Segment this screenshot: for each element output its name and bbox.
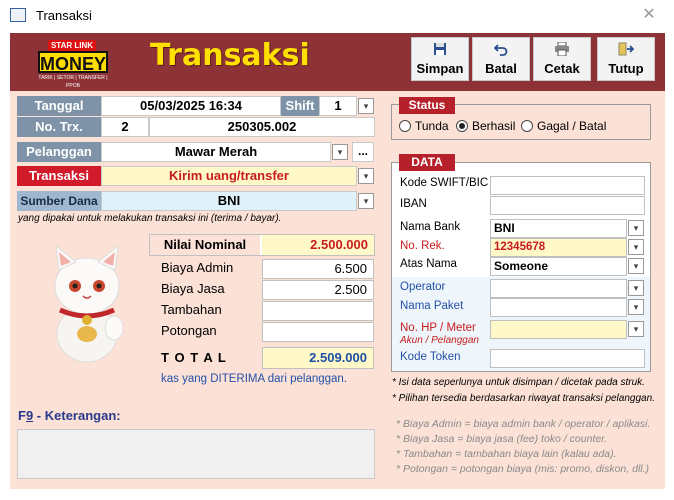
note-2: * Pilihan tersedia berdasarkan riwayat t… — [392, 393, 655, 404]
printer-icon — [534, 41, 590, 58]
note-biaya-jasa: * Biaya Jasa = biaya jasa (fee) toko / c… — [396, 433, 608, 445]
status-radio-tunda[interactable] — [399, 120, 411, 132]
exit-door-icon — [598, 42, 654, 58]
jasa-field[interactable]: 2.500 — [262, 280, 374, 300]
status-option-berhasil[interactable]: Berhasil — [472, 119, 515, 133]
potongan-field[interactable] — [262, 322, 374, 342]
cancel-button[interactable]: Batal — [472, 37, 530, 81]
note-tambahan: * Tambahan = tambahan biaya lain (kalau … — [396, 448, 617, 460]
operator-dropdown-icon[interactable]: ▾ — [628, 280, 644, 296]
bank-field[interactable]: BNI — [490, 219, 627, 238]
status-option-gagal[interactable]: Gagal / Batal — [537, 119, 606, 133]
hp-dropdown-icon[interactable]: ▾ — [628, 321, 644, 337]
sumber-dana-label: Sumber Dana — [17, 191, 101, 211]
undo-icon — [473, 42, 529, 58]
close-button[interactable]: Tutup — [597, 37, 655, 81]
pelanggan-browse-button[interactable]: ... — [352, 142, 374, 162]
total-field: 2.509.000 — [262, 347, 374, 369]
norek-label: No. Rek. — [400, 240, 445, 252]
nominal-field[interactable]: 2.500.000 — [262, 235, 374, 255]
iban-label: IBAN — [400, 198, 427, 210]
nominal-label: Nilai Nominal — [150, 235, 260, 255]
norek-dropdown-icon[interactable]: ▾ — [628, 239, 644, 255]
tambahan-field[interactable] — [262, 301, 374, 321]
data-title: DATA — [399, 154, 455, 171]
pelanggan-dropdown-icon[interactable]: ▾ — [332, 144, 348, 160]
paket-field[interactable] — [490, 298, 627, 317]
shift-field[interactable]: 1 — [319, 96, 357, 116]
admin-field[interactable]: 6.500 — [262, 259, 374, 279]
swift-field[interactable] — [490, 176, 645, 195]
pelanggan-field[interactable]: Mawar Merah — [101, 142, 331, 162]
bank-label: Nama Bank — [400, 221, 461, 233]
keterangan-label: F9 - Keterangan: — [18, 408, 121, 423]
sumber-dana-note: yang dipakai untuk melakukan transaksi i… — [18, 213, 282, 224]
norek-field[interactable]: 12345678 — [490, 238, 627, 257]
operator-field[interactable] — [490, 279, 627, 298]
pelanggan-label: Pelanggan — [17, 142, 101, 162]
status-radio-gagal[interactable] — [521, 120, 533, 132]
notrx-short-field: 2 — [101, 117, 149, 137]
floppy-icon — [412, 42, 468, 58]
shift-label: Shift — [281, 96, 319, 116]
total-label: T O T A L — [161, 350, 227, 365]
swift-label: Kode SWIFT/BIC — [400, 177, 489, 189]
tanggal-field[interactable]: 05/03/2025 16:34 — [101, 96, 281, 116]
tambahan-label: Tambahan — [161, 302, 222, 317]
atasnama-label: Atas Nama — [400, 258, 457, 270]
jasa-label: Biaya Jasa — [161, 281, 225, 296]
transaksi-field[interactable]: Kirim uang/transfer — [101, 166, 357, 186]
form-icon — [10, 8, 26, 22]
note-potongan: * Potongan = potongan biaya (mis: promo,… — [396, 463, 650, 475]
sumber-dana-dropdown-icon[interactable]: ▾ — [358, 193, 374, 209]
potongan-label: Potongan — [161, 323, 217, 338]
page-title: Transaksi — [150, 38, 310, 73]
tanggal-label: Tanggal — [17, 96, 101, 116]
note-biaya-admin: * Biaya Admin = biaya admin bank / opera… — [396, 418, 651, 430]
lucky-cat-image — [42, 242, 132, 364]
transaksi-label: Transaksi — [17, 166, 101, 186]
sumber-dana-field[interactable]: BNI — [101, 191, 357, 211]
bank-dropdown-icon[interactable]: ▾ — [628, 220, 644, 236]
status-radio-berhasil[interactable] — [456, 120, 468, 132]
window-titlebar: Transaksi ✕ — [0, 0, 674, 32]
close-icon[interactable]: ✕ — [638, 4, 660, 26]
paket-dropdown-icon[interactable]: ▾ — [628, 299, 644, 315]
status-option-tunda[interactable]: Tunda — [415, 119, 449, 133]
paket-label: Nama Paket — [400, 300, 464, 312]
hp-sublabel: Akun / Pelanggan — [400, 335, 479, 346]
atasnama-dropdown-icon[interactable]: ▾ — [628, 258, 644, 274]
hp-label: No. HP / Meter — [400, 322, 476, 334]
token-label: Kode Token — [400, 351, 461, 363]
shift-dropdown-icon[interactable]: ▾ — [358, 98, 374, 114]
transaksi-dropdown-icon[interactable]: ▾ — [358, 168, 374, 184]
window-title: Transaksi — [36, 8, 92, 23]
total-note: kas yang DITERIMA dari pelanggan. — [161, 373, 348, 385]
operator-label: Operator — [400, 281, 446, 293]
token-field[interactable] — [490, 349, 645, 368]
save-button[interactable]: Simpan — [411, 37, 469, 81]
notrx-field: 250305.002 — [149, 117, 375, 137]
hp-field[interactable] — [490, 320, 627, 339]
iban-field[interactable] — [490, 196, 645, 215]
keterangan-textarea[interactable] — [17, 429, 375, 479]
note-1: * Isi data seperlunya untuk disimpan / d… — [392, 377, 645, 388]
print-button[interactable]: Cetak — [533, 37, 591, 81]
logo: STAR LINK MONEY TARIK | SETOR | TRANSFER… — [38, 40, 108, 89]
status-title: Status — [399, 97, 455, 114]
notrx-label: No. Trx. — [17, 117, 101, 137]
atasnama-field[interactable]: Someone — [490, 257, 627, 276]
admin-label: Biaya Admin — [161, 260, 234, 275]
